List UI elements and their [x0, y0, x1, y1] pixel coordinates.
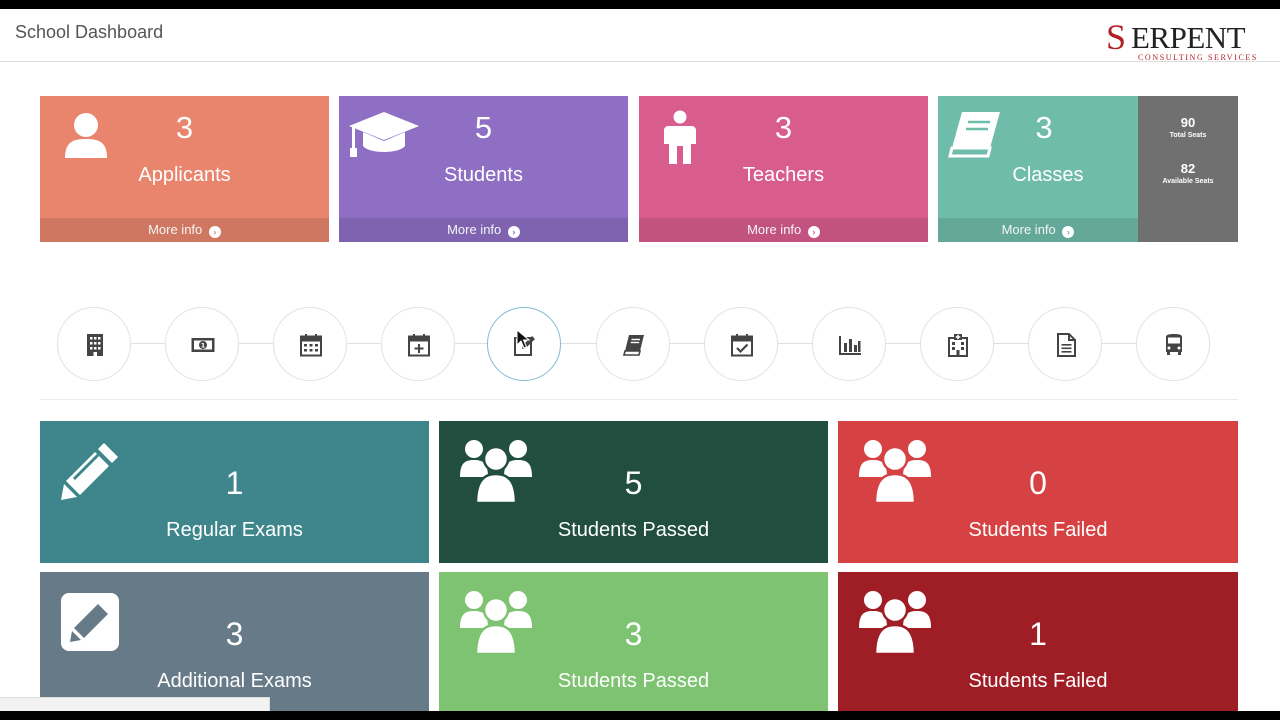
additional-students-failed-count: 1 [1029, 616, 1047, 652]
teachers-more-info-link[interactable]: More info › [639, 218, 928, 242]
step-calendar-check-button[interactable] [704, 307, 778, 381]
step-reports-button[interactable] [812, 307, 886, 381]
dashboard-screen: School Dashboard S ERPENT CONSULTING SER… [0, 9, 1280, 711]
more-info-label: More info [148, 222, 203, 237]
total-seats-value: 90 [1180, 115, 1196, 130]
students-failed-count: 0 [1029, 465, 1047, 501]
more-info-label: More info [1001, 222, 1056, 237]
arrow-circle-right-icon: › [507, 226, 520, 238]
total-seats-label: Total Seats [1169, 132, 1207, 139]
bus-icon [1166, 334, 1182, 355]
header: School Dashboard S ERPENT CONSULTING SER… [0, 9, 1280, 62]
svg-text:1: 1 [201, 342, 206, 350]
applicants-more-info-link[interactable]: More info › [40, 218, 329, 242]
additional-students-failed-card[interactable]: 1 Students Failed [838, 572, 1238, 711]
status-bar [0, 697, 270, 711]
logo-word: ERPENT [1131, 20, 1246, 55]
students-passed-label: Students Passed [557, 519, 710, 541]
step-calendar-button[interactable] [273, 307, 347, 381]
arrow-circle-right-icon: › [807, 226, 820, 238]
additional-students-passed-count: 3 [624, 616, 643, 652]
calendar-plus-icon [408, 334, 430, 357]
teachers-count: 3 [774, 110, 793, 145]
applicants-label: Applicants [138, 164, 231, 186]
step-book-button[interactable] [596, 307, 670, 381]
logo-initial: S [1106, 17, 1127, 57]
book-icon [622, 335, 644, 356]
additional-exams-label: Additional Exams [157, 670, 312, 692]
step-calendar-plus-button[interactable] [381, 307, 455, 381]
additional-students-failed-label: Students Failed [968, 670, 1108, 692]
arrow-circle-right-icon: › [1062, 226, 1075, 238]
more-info-label: More info [747, 222, 802, 237]
section-divider [40, 399, 1238, 400]
document-icon [1057, 333, 1076, 357]
available-seats-value: 82 [1180, 161, 1196, 176]
arrow-circle-right-icon: › [208, 226, 221, 238]
students-passed-card[interactable]: 5 Students Passed [439, 421, 828, 563]
teachers-label: Teachers [742, 164, 825, 186]
students-count: 5 [474, 110, 493, 145]
page-title: School Dashboard [15, 22, 164, 42]
applicants-count: 3 [175, 110, 194, 145]
classes-count: 3 [1035, 110, 1053, 145]
regular-exams-label: Regular Exams [166, 519, 303, 541]
hospital-icon [948, 334, 968, 357]
students-label: Students [444, 164, 523, 186]
money-icon: 1 [191, 338, 215, 352]
additional-students-passed-label: Students Passed [557, 670, 710, 692]
classes-card[interactable]: 3 Classes More info › [938, 96, 1138, 242]
teachers-card[interactable]: 3 Teachers More info › [639, 96, 928, 242]
students-failed-card[interactable]: 0 Students Failed [838, 421, 1238, 563]
students-passed-count: 5 [624, 465, 643, 501]
step-building-button[interactable] [57, 307, 131, 381]
regular-exams-card[interactable]: 1 Regular Exams [40, 421, 429, 563]
step-hospital-button[interactable] [920, 307, 994, 381]
bar-chart-icon [839, 336, 861, 355]
regular-exams-count: 1 [225, 465, 244, 501]
calendar-icon [300, 334, 322, 357]
building-icon [87, 334, 103, 356]
students-card[interactable]: 5 Students More info › [339, 96, 628, 242]
additional-exams-count: 3 [225, 616, 244, 652]
available-seats-label: Available Seats [1162, 178, 1214, 185]
step-document-button[interactable] [1028, 307, 1102, 381]
step-fees-button[interactable]: 1 [165, 307, 239, 381]
step-transport-button[interactable] [1136, 307, 1210, 381]
mouse-cursor-icon [516, 329, 530, 349]
applicants-card[interactable]: 3 Applicants More info › [40, 96, 329, 242]
additional-exams-card[interactable]: 3 Additional Exams [40, 572, 429, 711]
additional-students-passed-card[interactable]: 3 Students Passed [439, 572, 828, 711]
calendar-check-icon [731, 334, 753, 357]
students-more-info-link[interactable]: More info › [339, 218, 628, 242]
students-failed-label: Students Failed [968, 519, 1108, 541]
logo-tagline: CONSULTING SERVICES [1138, 53, 1258, 62]
more-info-label: More info [447, 222, 502, 237]
classes-more-info-link[interactable]: More info › [938, 218, 1138, 242]
seats-panel: 90 Total Seats 82 Available Seats [1138, 96, 1238, 242]
serpent-logo: S ERPENT CONSULTING SERVICES [1106, 17, 1268, 63]
classes-label: Classes [1012, 164, 1084, 186]
